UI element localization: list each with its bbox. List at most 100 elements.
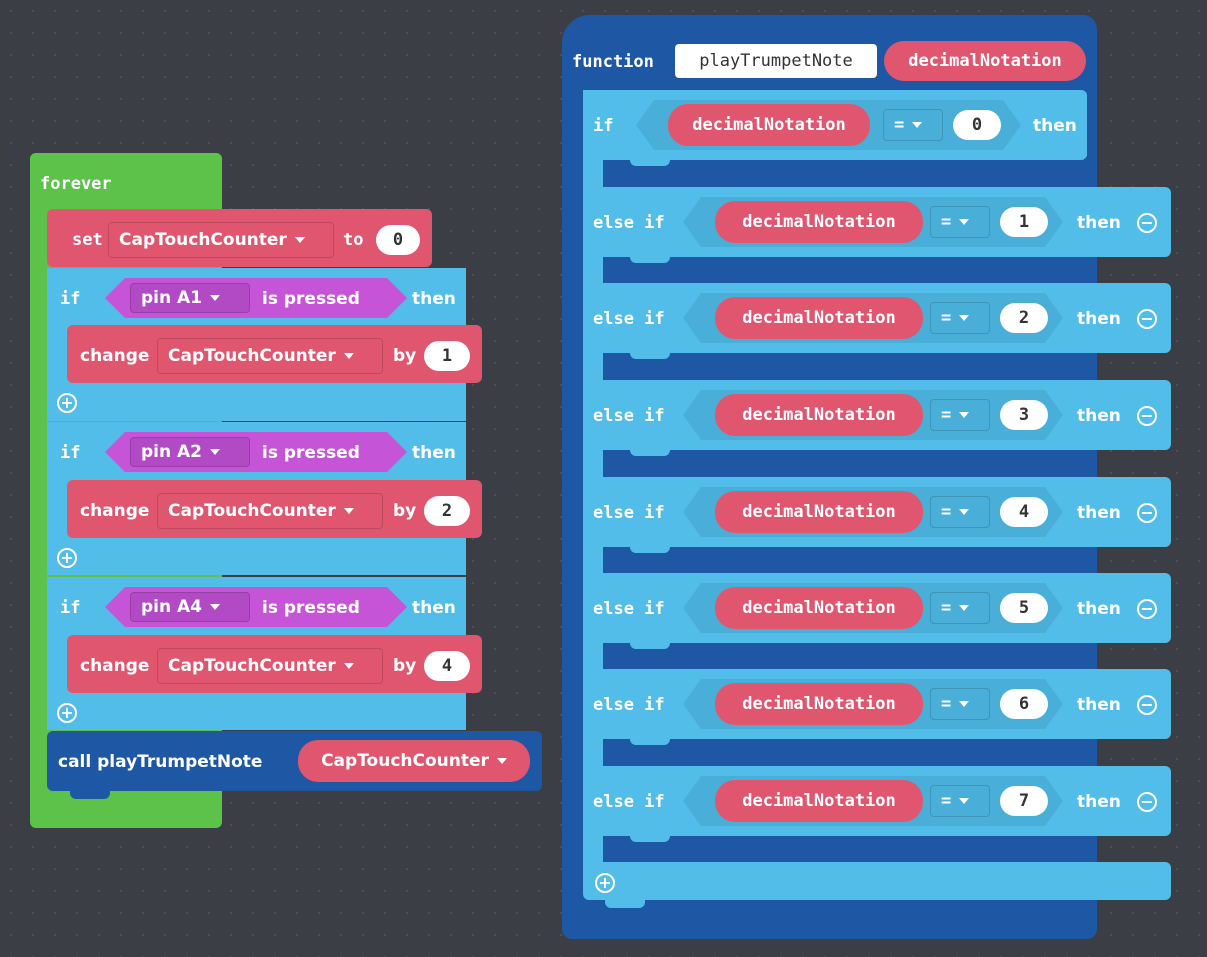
operator-dropdown[interactable]: = bbox=[930, 592, 990, 624]
call-arg-dropdown[interactable]: CapTouchCounter bbox=[298, 740, 530, 782]
operator-dropdown[interactable]: = bbox=[930, 206, 990, 238]
comparison-value-input[interactable]: 0 bbox=[953, 110, 1001, 140]
change-variable-dropdown-3[interactable]: CapTouchCounter bbox=[157, 648, 383, 684]
is-pressed-label-3: is pressed bbox=[262, 598, 360, 618]
function-param[interactable]: decimalNotation bbox=[884, 41, 1086, 81]
set-variable-dropdown[interactable]: CapTouchCounter bbox=[108, 222, 334, 258]
row-notch bbox=[630, 255, 670, 263]
change-amount-input-1[interactable]: 1 bbox=[424, 341, 470, 371]
chevron-down-icon bbox=[912, 122, 923, 128]
chevron-down-icon bbox=[210, 604, 221, 610]
add-clause-icon[interactable]: + bbox=[57, 703, 77, 723]
variable-pill[interactable]: decimalNotation bbox=[715, 780, 923, 822]
else-if-keyword: else if bbox=[593, 406, 665, 426]
change-keyword-2: change bbox=[80, 501, 150, 521]
add-clause-icon[interactable]: + bbox=[57, 393, 77, 413]
pin-dropdown-2[interactable]: pin A2 bbox=[130, 437, 250, 467]
else-if-keyword: else if bbox=[593, 213, 665, 233]
chevron-down-icon bbox=[210, 449, 221, 455]
operator-dropdown[interactable]: = bbox=[930, 302, 990, 334]
comparison-value-input[interactable]: 1 bbox=[1000, 207, 1048, 237]
pin-dropdown-1[interactable]: pin A1 bbox=[130, 283, 250, 313]
change-amount-input-3[interactable]: 4 bbox=[424, 651, 470, 681]
variable-pill[interactable]: decimalNotation bbox=[668, 104, 870, 146]
variable-pill[interactable]: decimalNotation bbox=[715, 201, 923, 243]
change-variable-dropdown-2[interactable]: CapTouchCounter bbox=[157, 493, 383, 529]
set-value-input[interactable]: 0 bbox=[376, 225, 420, 255]
then-label: then bbox=[1077, 599, 1121, 619]
variable-pill[interactable]: decimalNotation bbox=[715, 491, 923, 533]
if-keyword-2: if bbox=[60, 443, 81, 463]
comparison-value-input[interactable]: 7 bbox=[1000, 786, 1048, 816]
remove-clause-icon[interactable]: − bbox=[1137, 503, 1157, 523]
if-keyword-1: if bbox=[60, 289, 81, 309]
forever-label: forever bbox=[40, 174, 112, 194]
then-label: then bbox=[1077, 406, 1121, 426]
change-variable-label-2: CapTouchCounter bbox=[168, 501, 336, 521]
operator-label: = bbox=[941, 791, 952, 811]
operator-dropdown[interactable]: = bbox=[930, 496, 990, 528]
operator-label: = bbox=[941, 694, 952, 714]
comparison-value-input[interactable]: 5 bbox=[1000, 593, 1048, 623]
chevron-down-icon bbox=[959, 315, 970, 321]
variable-pill[interactable]: decimalNotation bbox=[715, 394, 923, 436]
change-amount-input-2[interactable]: 2 bbox=[424, 496, 470, 526]
if-else-footer-notch bbox=[605, 898, 645, 908]
comparison-value-input[interactable]: 6 bbox=[1000, 689, 1048, 719]
operator-dropdown[interactable]: = bbox=[930, 399, 990, 431]
variable-pill[interactable]: decimalNotation bbox=[715, 683, 923, 725]
chevron-down-icon bbox=[343, 353, 354, 359]
is-pressed-label-1: is pressed bbox=[262, 289, 360, 309]
variable-pill[interactable]: decimalNotation bbox=[715, 587, 923, 629]
remove-clause-icon[interactable]: − bbox=[1137, 309, 1157, 329]
function-name-input[interactable]: playTrumpetNote bbox=[675, 44, 877, 78]
comparison-value-input[interactable]: 2 bbox=[1000, 303, 1048, 333]
then-label-1: then bbox=[412, 289, 456, 309]
if-else-footer bbox=[583, 862, 1171, 900]
by-keyword-3: by bbox=[393, 656, 417, 676]
variable-pill[interactable]: decimalNotation bbox=[715, 297, 923, 339]
remove-clause-icon[interactable]: − bbox=[1137, 792, 1157, 812]
else-if-keyword: else if bbox=[593, 599, 665, 619]
comparison-value-input[interactable]: 3 bbox=[1000, 400, 1048, 430]
then-label: then bbox=[1077, 309, 1121, 329]
add-else-if-icon[interactable]: + bbox=[595, 873, 615, 893]
then-label-3: then bbox=[412, 598, 456, 618]
remove-clause-icon[interactable]: − bbox=[1137, 213, 1157, 233]
operator-label: = bbox=[941, 212, 952, 232]
is-pressed-label-2: is pressed bbox=[262, 443, 360, 463]
if-keyword-3: if bbox=[60, 598, 81, 618]
change-variable-dropdown-1[interactable]: CapTouchCounter bbox=[157, 338, 383, 374]
pin-label-3: pin A4 bbox=[141, 597, 203, 617]
operator-dropdown[interactable]: = bbox=[883, 109, 943, 141]
chevron-down-icon bbox=[959, 605, 970, 611]
chevron-down-icon bbox=[959, 701, 970, 707]
comparison-value-input[interactable]: 4 bbox=[1000, 497, 1048, 527]
add-clause-icon[interactable]: + bbox=[57, 548, 77, 568]
chevron-down-icon bbox=[210, 295, 221, 301]
pin-label-1: pin A1 bbox=[141, 288, 203, 308]
remove-clause-icon[interactable]: − bbox=[1137, 406, 1157, 426]
set-to-keyword: to bbox=[343, 230, 364, 250]
then-label: then bbox=[1077, 695, 1121, 715]
operator-dropdown[interactable]: = bbox=[930, 785, 990, 817]
else-if-keyword: else if bbox=[593, 503, 665, 523]
remove-clause-icon[interactable]: − bbox=[1137, 599, 1157, 619]
chevron-down-icon bbox=[959, 798, 970, 804]
remove-clause-icon[interactable]: − bbox=[1137, 695, 1157, 715]
change-variable-label-3: CapTouchCounter bbox=[168, 656, 336, 676]
operator-dropdown[interactable]: = bbox=[930, 688, 990, 720]
chevron-down-icon bbox=[496, 758, 507, 764]
operator-label: = bbox=[941, 308, 952, 328]
pin-dropdown-3[interactable]: pin A4 bbox=[130, 592, 250, 622]
row-notch bbox=[630, 545, 670, 553]
chevron-down-icon bbox=[343, 508, 354, 514]
row-notch bbox=[630, 158, 670, 166]
row-notch bbox=[630, 448, 670, 456]
by-keyword-2: by bbox=[393, 501, 417, 521]
operator-label: = bbox=[941, 405, 952, 425]
row-notch bbox=[630, 351, 670, 359]
chevron-down-icon bbox=[294, 237, 305, 243]
then-label: then bbox=[1033, 116, 1077, 136]
else-if-keyword: else if bbox=[593, 695, 665, 715]
